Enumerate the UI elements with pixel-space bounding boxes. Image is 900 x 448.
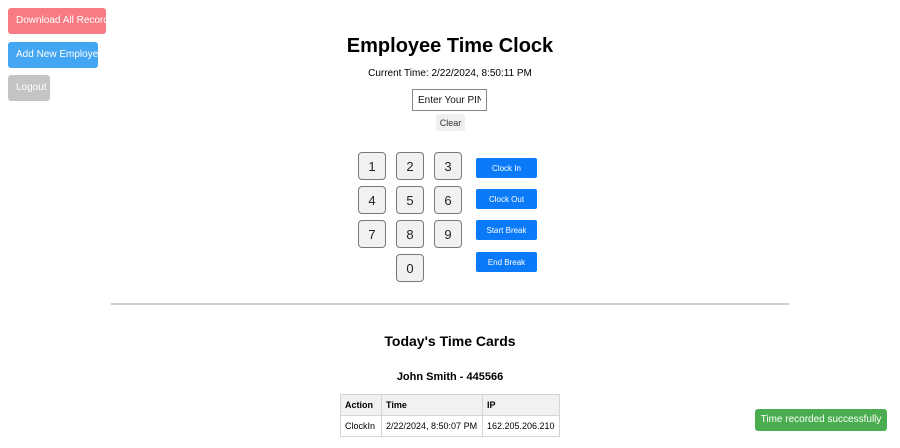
keypad-key-6[interactable]: 6 [434, 186, 462, 214]
employee-heading: John Smith - 445566 [396, 371, 504, 383]
keypad-key-0[interactable]: 0 [396, 254, 424, 282]
clock-in-button[interactable]: Clock In [476, 158, 537, 178]
keypad-key-4[interactable]: 4 [358, 186, 386, 214]
end-break-button[interactable]: End Break [476, 252, 537, 272]
current-time: Current Time: 2/22/2024, 8:50:11 PM [368, 68, 532, 79]
time-cards-title: Today's Time Cards [384, 333, 516, 349]
table-header-row: Action Time IP [340, 394, 560, 416]
keypad-key-8[interactable]: 8 [396, 220, 424, 248]
clock-out-button[interactable]: Clock Out [476, 189, 537, 209]
cell-action: ClockIn [340, 415, 382, 437]
column-header-ip: IP [482, 394, 560, 416]
column-header-action: Action [340, 394, 382, 416]
keypad-key-5[interactable]: 5 [396, 186, 424, 214]
keypad-key-7[interactable]: 7 [358, 220, 386, 248]
cell-time: 2/22/2024, 8:50:07 PM [381, 415, 483, 437]
time-clock-page: Download All Records Add New Employee Lo… [0, 0, 900, 448]
clear-button[interactable]: Clear [436, 114, 465, 131]
cell-ip: 162.205.206.210 [482, 415, 560, 437]
keypad-key-1[interactable]: 1 [358, 152, 386, 180]
table-row: ClockIn 2/22/2024, 8:50:07 PM 162.205.20… [340, 415, 560, 437]
page-title: Employee Time Clock [346, 35, 554, 57]
keypad-key-3[interactable]: 3 [434, 152, 462, 180]
column-header-time: Time [381, 394, 483, 416]
start-break-button[interactable]: Start Break [476, 220, 537, 240]
time-cards-table: Action Time IP ClockIn 2/22/2024, 8:50:0… [340, 394, 560, 437]
download-all-records-button[interactable]: Download All Records [8, 8, 114, 34]
success-toast: Time recorded successfully [755, 409, 887, 431]
section-divider [111, 303, 789, 305]
keypad-key-2[interactable]: 2 [396, 152, 424, 180]
pin-input[interactable] [412, 89, 487, 111]
keypad-key-9[interactable]: 9 [434, 220, 462, 248]
